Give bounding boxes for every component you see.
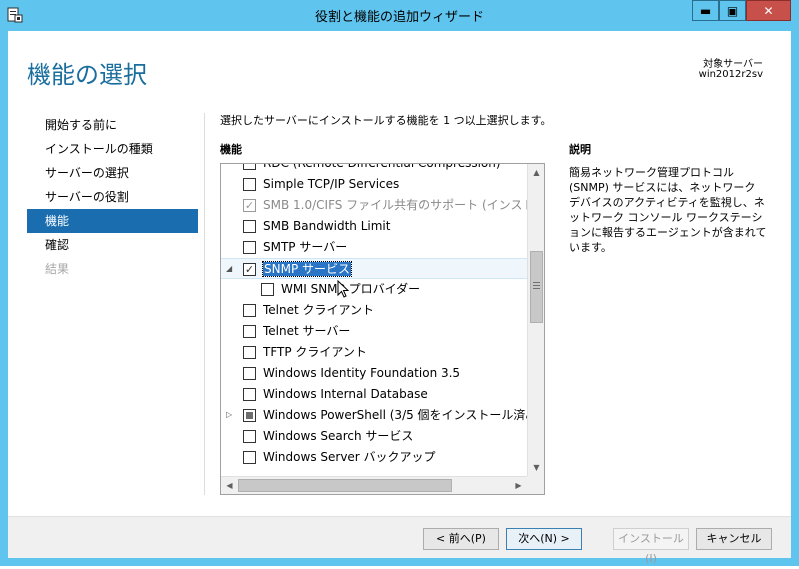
feature-label: SMTP サーバー	[263, 240, 348, 254]
feature-checkbox[interactable]	[243, 178, 256, 191]
nav-item-server-roles[interactable]: サーバーの役割	[27, 185, 198, 209]
nav-item-before-you-begin[interactable]: 開始する前に	[27, 113, 198, 137]
feature-label: SNMP サービス	[262, 261, 352, 277]
feature-label: RDC (Remote Differential Compression)	[263, 164, 501, 170]
feature-label: SMB 1.0/CIFS ファイル共有のサポート (インストール済	[263, 198, 527, 212]
feature-row[interactable]: Simple TCP/IP Services	[221, 174, 527, 195]
feature-row[interactable]: SMB Bandwidth Limit	[221, 216, 527, 237]
wizard-content: 機能の選択 対象サーバー win2012r2sv 開始する前に インストールの種…	[8, 31, 791, 565]
horizontal-scrollbar[interactable]: ◀ ▶	[221, 476, 527, 494]
feature-checkbox[interactable]	[243, 220, 256, 233]
feature-checkbox[interactable]	[243, 430, 256, 443]
expand-arrow-icon[interactable]: ▷	[226, 410, 232, 419]
target-server-name: win2012r2sv	[698, 69, 763, 80]
feature-checkbox[interactable]	[243, 409, 256, 422]
feature-label: Windows Identity Foundation 3.5	[263, 366, 461, 380]
feature-row[interactable]: Windows Search サービス	[221, 426, 527, 447]
wizard-window: 役割と機能の追加ウィザード ▬ ▣ ✕ 機能の選択 対象サーバー win2012…	[0, 0, 799, 566]
feature-label: Telnet クライアント	[263, 303, 375, 317]
collapse-arrow-icon[interactable]: ◢	[226, 264, 232, 273]
install-button: インストール(I)	[613, 528, 689, 565]
feature-row[interactable]: ◢ ✓ SNMP サービス	[221, 258, 527, 279]
feature-checkbox[interactable]	[243, 164, 256, 170]
maximize-button[interactable]: ▣	[719, 0, 746, 21]
feature-checkbox: ✓	[243, 199, 256, 212]
instruction-text: 選択したサーバーにインストールする機能を 1 つ以上選択します。	[220, 114, 552, 127]
features-heading: 機能	[220, 143, 242, 156]
next-button[interactable]: 次へ(N) >	[506, 528, 582, 550]
cancel-button[interactable]: キャンセル	[696, 528, 772, 550]
nav-item-results: 結果	[45, 262, 70, 276]
page-title: 機能の選択	[27, 61, 147, 89]
nav-item-installation-type[interactable]: インストールの種類	[27, 137, 198, 161]
vertical-scroll-thumb[interactable]	[530, 251, 543, 323]
scrollbar-corner	[527, 476, 544, 494]
target-server-label: 対象サーバー	[703, 59, 763, 70]
grip-line	[533, 285, 540, 286]
feature-row[interactable]: ▷ Windows PowerShell (3/5 個をインストール済み)	[221, 405, 527, 426]
feature-checkbox[interactable]	[243, 367, 256, 380]
minimize-icon: ▬	[699, 3, 712, 18]
grip-line	[533, 288, 540, 289]
feature-checkbox[interactable]	[261, 283, 274, 296]
scroll-right-icon[interactable]: ▶	[510, 477, 527, 494]
feature-label: Telnet サーバー	[263, 324, 351, 338]
maximize-icon: ▣	[726, 3, 739, 18]
close-icon: ✕	[763, 3, 774, 18]
feature-checkbox[interactable]	[243, 241, 256, 254]
window-title: 役割と機能の追加ウィザード	[314, 10, 484, 25]
feature-checkbox[interactable]	[243, 304, 256, 317]
feature-row[interactable]: Windows Server バックアップ	[221, 447, 527, 468]
feature-label: Simple TCP/IP Services	[263, 177, 400, 191]
mouse-pointer-icon	[337, 280, 350, 298]
scroll-up-icon[interactable]: ▲	[528, 164, 544, 181]
grip-line	[533, 282, 540, 283]
vertical-scrollbar[interactable]: ▲ ▼	[527, 164, 544, 476]
feature-row[interactable]: Telnet サーバー	[221, 321, 527, 342]
nav-divider	[204, 113, 205, 495]
features-list: RDC (Remote Differential Compression) Sim…	[221, 164, 527, 476]
feature-row[interactable]: TFTP クライアント	[221, 342, 527, 363]
feature-label: Windows PowerShell (3/5 個をインストール済み)	[263, 408, 527, 422]
description-text: 簡易ネットワーク管理プロトコル (SNMP) サービスには、ネットワーク デバイ…	[569, 166, 767, 254]
feature-row[interactable]: WMI SNMP プロバイダー	[221, 279, 527, 300]
feature-checkbox[interactable]	[243, 451, 256, 464]
close-button[interactable]: ✕	[746, 0, 791, 21]
feature-label: TFTP クライアント	[263, 345, 367, 359]
feature-row[interactable]: ✓ SMB 1.0/CIFS ファイル共有のサポート (インストール済	[221, 195, 527, 216]
minimize-button[interactable]: ▬	[692, 0, 719, 21]
feature-label: Windows Server バックアップ	[263, 450, 436, 464]
wizard-nav: 開始する前に インストールの種類 サーバーの選択 サーバーの役割 機能 確認 結…	[27, 113, 198, 281]
feature-label: Windows Search サービス	[263, 429, 414, 443]
feature-row[interactable]: Windows Identity Foundation 3.5	[221, 363, 527, 384]
feature-row[interactable]: RDC (Remote Differential Compression)	[221, 164, 527, 174]
previous-button[interactable]: < 前へ(P)	[423, 528, 499, 550]
feature-label: Windows Internal Database	[263, 387, 428, 401]
feature-row[interactable]: Telnet クライアント	[221, 300, 527, 321]
nav-item-features[interactable]: 機能	[27, 209, 198, 233]
title-bar[interactable]: 役割と機能の追加ウィザード ▬ ▣ ✕	[0, 0, 799, 31]
description-heading: 説明	[569, 143, 591, 156]
feature-checkbox[interactable]	[243, 388, 256, 401]
scroll-down-icon[interactable]: ▼	[528, 459, 544, 476]
scroll-left-icon[interactable]: ◀	[221, 477, 238, 494]
feature-row[interactable]: Windows Internal Database	[221, 384, 527, 405]
nav-item-confirmation[interactable]: 確認	[27, 233, 198, 257]
feature-checkbox[interactable]: ✓	[243, 263, 256, 276]
horizontal-scroll-thumb[interactable]	[238, 479, 452, 492]
feature-row[interactable]: SMTP サーバー	[221, 237, 527, 258]
nav-item-server-selection[interactable]: サーバーの選択	[27, 161, 198, 185]
features-tree[interactable]: RDC (Remote Differential Compression) Sim…	[220, 163, 545, 495]
feature-checkbox[interactable]	[243, 346, 256, 359]
feature-checkbox[interactable]	[243, 325, 256, 338]
feature-label: SMB Bandwidth Limit	[263, 219, 391, 233]
